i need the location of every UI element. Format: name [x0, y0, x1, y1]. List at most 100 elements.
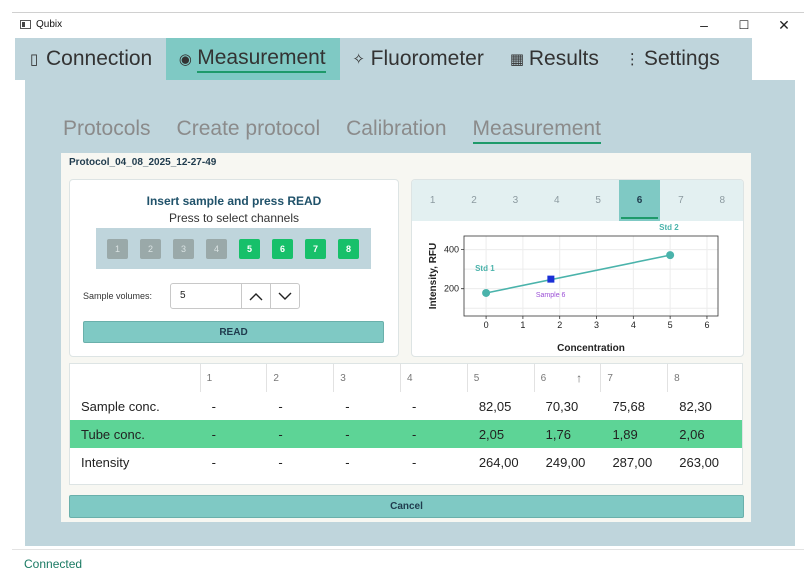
x-tick-label: 1	[520, 320, 525, 330]
plot-frame	[463, 235, 719, 317]
table-cell: 249,00	[545, 454, 586, 470]
table-cell: -	[278, 426, 283, 442]
subtab-calibration[interactable]: Calibration	[346, 116, 446, 144]
standard-point-label: Std 1	[475, 264, 495, 273]
column-header-label: 4	[406, 372, 413, 384]
more-vertical-icon: ⋮	[624, 51, 640, 68]
table-cell: 1,89	[612, 426, 638, 442]
read-panel: Insert sample and press READ Press to se…	[69, 179, 399, 357]
channel-button-8[interactable]: 8	[338, 238, 359, 259]
column-header[interactable]: 5	[468, 364, 535, 392]
table-cell: -	[278, 454, 283, 470]
tab-fluorometer[interactable]: ✧ Fluorometer	[340, 38, 498, 80]
table-cell: 75,68	[612, 398, 645, 414]
x-tick-label: 4	[631, 320, 636, 330]
table-cell: -	[278, 398, 283, 414]
volume-decrease-button[interactable]	[270, 284, 299, 308]
tab-label: Fluorometer	[370, 47, 484, 70]
chart-tab-6[interactable]: 6	[618, 180, 661, 221]
window-title: Qubix	[36, 19, 63, 30]
tab-connection[interactable]: ▯ Connection	[15, 38, 166, 80]
y-axis-label: Intensity, RFU	[428, 243, 439, 309]
channel-button-7[interactable]: 7	[305, 238, 326, 259]
row-label: Intensity	[81, 454, 130, 470]
status-bar: Connected	[12, 549, 804, 579]
minimize-button[interactable]: –	[684, 13, 724, 37]
row-label: Tube conc.	[81, 426, 145, 442]
tab-settings[interactable]: ⋮ Settings	[613, 38, 734, 80]
tab-results[interactable]: ▦ Results	[498, 38, 613, 80]
table-cell: -	[345, 454, 350, 470]
column-header[interactable]: 8	[668, 364, 742, 392]
x-tick-label: 6	[704, 320, 709, 330]
subtab-protocols[interactable]: Protocols	[63, 116, 151, 144]
target-icon: ◉	[178, 51, 192, 68]
table-cell: -	[345, 426, 350, 442]
subtab-create-protocol[interactable]: Create protocol	[177, 116, 321, 144]
chart-tab-1[interactable]: 1	[412, 180, 453, 221]
y-tick-label: 400	[444, 245, 459, 255]
chevron-down-icon	[278, 292, 292, 300]
channel-instruction: Press to select channels	[168, 211, 300, 225]
chart-tab-7[interactable]: 7	[660, 180, 701, 221]
cancel-button[interactable]: Cancel	[69, 495, 744, 518]
row-label: Sample conc.	[81, 398, 160, 414]
sort-ascending-icon[interactable]: ↑	[576, 371, 582, 385]
chart-tab-8[interactable]: 8	[702, 180, 743, 221]
app-icon	[20, 20, 31, 29]
subtab-measurement[interactable]: Measurement	[472, 116, 601, 144]
column-header-label: 6	[540, 372, 547, 384]
plug-icon: ▯	[29, 51, 39, 68]
column-header[interactable]: 3	[334, 364, 401, 392]
connection-status: Connected	[24, 557, 83, 571]
channel-button-1[interactable]: 1	[107, 238, 128, 259]
volume-increase-button[interactable]	[241, 284, 270, 308]
protocol-name: Protocol_04_08_2025_12-27-49	[69, 157, 217, 168]
chart-tab-2[interactable]: 2	[453, 180, 494, 221]
sample-point-label: Sample 6	[536, 292, 566, 299]
channel-button-3[interactable]: 3	[173, 238, 194, 259]
column-header[interactable]: 6 ↑	[535, 364, 602, 392]
tab-label: Measurement	[197, 45, 326, 73]
main-tab-bar: ▯ Connection ◉ Measurement ✧ Fluorometer…	[15, 38, 752, 80]
sample-volume-input[interactable]: 5	[171, 284, 241, 308]
chart-tab-4[interactable]: 4	[536, 180, 577, 221]
table-cell: 2,06	[679, 426, 705, 442]
read-button[interactable]: READ	[83, 321, 384, 343]
column-header[interactable]: 1	[201, 364, 268, 392]
column-header-label: 1	[206, 372, 213, 384]
table-row: Sample conc. - - - - 82,05 70,30 75,68 82,30	[70, 392, 742, 420]
column-header[interactable]: 2	[267, 364, 335, 392]
channel-button-5[interactable]: 5	[239, 238, 260, 259]
table-cell: 82,05	[478, 398, 512, 414]
table-header-row: 1 2 3 4 5 6 ↑ 7 8	[70, 364, 742, 392]
tab-label: Settings	[643, 47, 720, 70]
channel-button-6[interactable]: 6	[272, 238, 293, 259]
table-cell: 82,30	[679, 398, 712, 414]
close-button[interactable]: ✕	[764, 13, 804, 37]
tab-measurement[interactable]: ◉ Measurement	[166, 38, 340, 80]
x-tick-label: 2	[557, 320, 562, 330]
measurement-card: Protocol_04_08_2025_12-27-49 Insert samp…	[61, 153, 751, 522]
sample-point	[547, 275, 555, 283]
title-bar: Qubix – ☐ ✕	[12, 12, 804, 36]
channel-button-2[interactable]: 2	[140, 238, 161, 259]
column-header-label: 5	[473, 372, 480, 384]
chart-tab-5[interactable]: 5	[578, 180, 619, 221]
calibration-line	[485, 254, 671, 294]
table-cell: 1,76	[545, 426, 571, 442]
maximize-button[interactable]: ☐	[724, 13, 764, 37]
channel-button-4[interactable]: 4	[206, 238, 227, 259]
sparkle-icon: ✧	[352, 51, 365, 68]
chart-tab-3[interactable]: 3	[495, 180, 536, 221]
column-header[interactable]	[70, 364, 201, 392]
standard-point	[482, 288, 491, 297]
x-tick-label: 0	[484, 320, 489, 330]
content-area: Protocols Create protocol Calibration Me…	[25, 80, 795, 546]
sub-tab-bar: Protocols Create protocol Calibration Me…	[63, 116, 627, 144]
column-header[interactable]: 4	[401, 364, 468, 392]
column-header[interactable]: 7	[601, 364, 669, 392]
channel-chart-tabs: 12345678	[412, 180, 743, 221]
chart-panel: 12345678 0 1 2 3 4 5 6 200 400 Concentration Inten…	[411, 179, 744, 357]
table-cell: -	[412, 398, 417, 414]
